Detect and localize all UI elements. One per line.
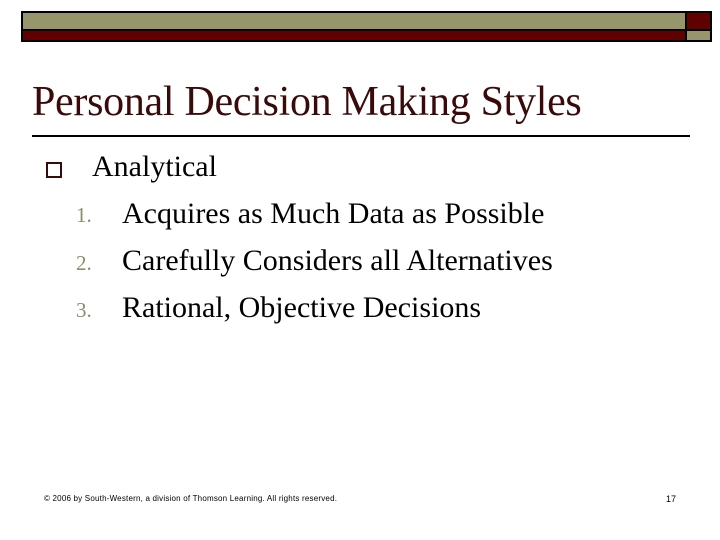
list-item: Rational, Objective Decisions: [122, 291, 482, 324]
header-olive-square: [687, 31, 710, 40]
list-number: 3.: [76, 298, 92, 322]
header-red-band: [23, 31, 685, 40]
list-item: Acquires as Much Data as Possible: [122, 197, 545, 230]
list-item: Carefully Considers all Alternatives: [122, 244, 553, 277]
page-number: 17: [666, 494, 677, 504]
header-olive-band: [23, 13, 685, 29]
list-number: 2.: [76, 251, 92, 275]
bullet-text: Analytical: [92, 150, 217, 183]
hollow-square-bullet-icon: [46, 162, 62, 178]
header-red-square: [687, 13, 710, 29]
title-divider: [32, 135, 690, 137]
list-number: 1.: [76, 203, 92, 227]
slide-title: Personal Decision Making Styles: [32, 79, 582, 125]
header-decoration-bar: [21, 11, 712, 42]
copyright-footer: © 2006 by South-Western, a division of T…: [44, 494, 338, 503]
